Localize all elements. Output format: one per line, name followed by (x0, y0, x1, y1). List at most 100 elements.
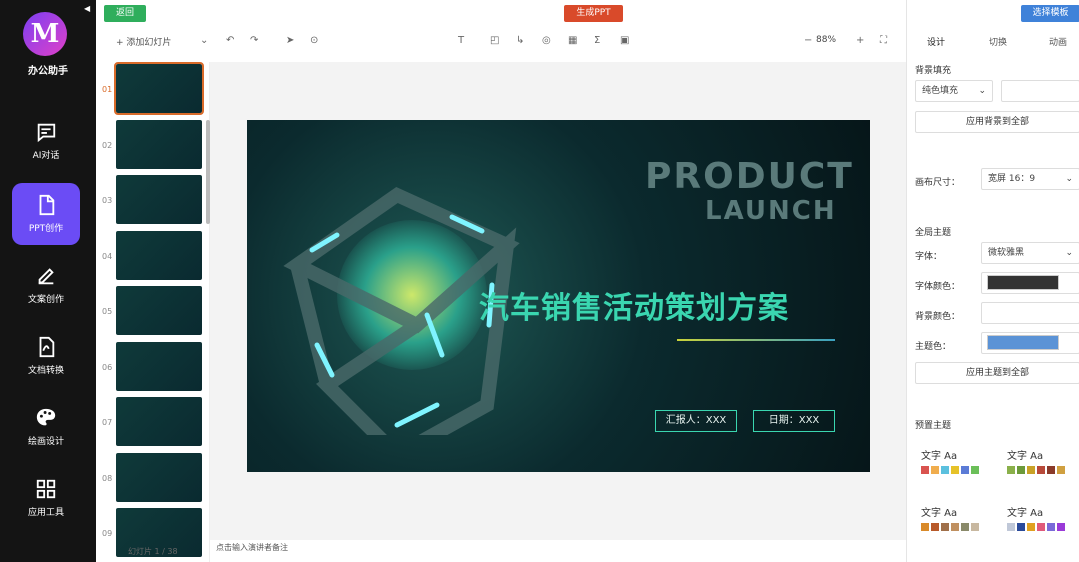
slide-number: 03 (102, 196, 113, 205)
font-color-label: 字体颜色： (915, 282, 961, 292)
slide-thumbnail-list: 01 02 03 04 05 06 07 08 09 幻灯片 1 / 38 (96, 62, 210, 562)
slide-number: 05 (102, 307, 113, 316)
tab-design[interactable]: 设计 (927, 35, 945, 48)
slide-number: 08 (102, 473, 113, 483)
slide-number: 07 (102, 418, 113, 427)
theme-palette (921, 523, 991, 531)
theme-palette (1007, 466, 1077, 474)
line-icon[interactable]: ↳ (516, 35, 524, 46)
slide-date-box: 日期：XXX (753, 410, 835, 432)
font-select[interactable]: 微软雅黑 ⌄ (981, 242, 1079, 264)
tab-transition[interactable]: 切换 (989, 35, 1007, 48)
bg-color-picker[interactable] (1001, 80, 1079, 102)
theme-sample-text: 文字 Aa (921, 451, 958, 462)
add-slide-button[interactable]: + 添加幻灯片 (116, 35, 171, 48)
theme-sample-text: 文字 Aa (1007, 508, 1044, 519)
app-sidebar: M 办公助手 ◀ AI对话 PPT创作 文案创作 文档转换 绘画设计 应用工具 (0, 0, 96, 562)
editor-toolbar: 返回 生成PPT + 添加幻灯片 ⌄ ↶ ↷ ➤ ⊙ T ◰ ↳ ◎ ▦ Σ ▣… (96, 0, 906, 62)
pointer-icon[interactable]: ➤ (286, 35, 294, 46)
slide-number: 04 (102, 251, 113, 261)
zoom-select-icon[interactable]: ⊙ (310, 35, 318, 46)
table-icon[interactable]: ▦ (568, 35, 577, 46)
theme-palette (921, 466, 991, 474)
theme-color-swatch (987, 335, 1059, 350)
nav-item-apps[interactable]: 应用工具 (12, 467, 80, 529)
bg-color-picker-2[interactable] (981, 302, 1079, 324)
slide-thumbnail[interactable] (116, 397, 202, 446)
apps-icon (36, 479, 56, 499)
media-icon[interactable]: ▣ (620, 35, 629, 46)
nav-item-design[interactable]: 绘画设计 (12, 396, 80, 458)
slide-reporter-box: 汇报人：XXX (655, 410, 737, 432)
app-logo: M (23, 12, 67, 56)
bg-fill-label: 背景填充 (915, 66, 952, 76)
chevron-down-icon: ⌄ (1065, 174, 1073, 184)
font-color-picker[interactable] (981, 272, 1079, 294)
slide-canvas-area: PRODUCT LAUNCH 汽车销售活动策划方案 汇报人：XXX 日期：XXX… (210, 62, 906, 552)
nav-item-ppt[interactable]: PPT创作 (12, 183, 80, 245)
app-name: 办公助手 (28, 66, 68, 77)
design-panel: 选择模板 设计 切换 动画 背景填充 纯色填充 ⌄ 应用背景到全部 画布尺寸： 宽… (906, 0, 1079, 562)
slide-title-en-1: PRODUCT (645, 156, 854, 197)
slide-number: 06 (102, 362, 113, 372)
apply-bg-all-button[interactable]: 应用背景到全部 (915, 111, 1079, 133)
apply-theme-all-button[interactable]: 应用主题到全部 (915, 362, 1079, 384)
nav-item-copywriting[interactable]: 文案创作 (12, 254, 80, 316)
slide-title-en-2: LAUNCH (705, 196, 837, 226)
chevron-down-icon[interactable]: ⌄ (200, 35, 208, 46)
slide-thumbnail[interactable] (116, 175, 202, 224)
theme-palette (1007, 523, 1077, 531)
slide-thumbnail[interactable] (116, 452, 202, 502)
slide-thumbnail[interactable] (116, 341, 202, 391)
chat-icon (37, 123, 56, 143)
nav-item-doc-convert[interactable]: 文档转换 (12, 325, 80, 387)
slide-thumbnail[interactable] (116, 230, 202, 280)
undo-icon[interactable]: ↶ (226, 35, 234, 46)
shape-icon[interactable]: ◰ (490, 35, 499, 46)
chevron-down-icon: ⌄ (978, 86, 986, 96)
bg-fill-select[interactable]: 纯色填充 ⌄ (915, 80, 993, 102)
slide-number: 02 (102, 140, 113, 150)
nav-label: AI对话 (32, 151, 60, 161)
generate-ppt-button[interactable]: 生成PPT (564, 5, 623, 22)
nav-label: PPT创作 (28, 224, 64, 234)
zoom-out-button[interactable]: − (804, 35, 812, 46)
nav-label: 文案创作 (27, 295, 64, 305)
slide-thumbnail[interactable] (114, 62, 204, 115)
image-icon[interactable]: ◎ (542, 35, 551, 46)
fullscreen-icon[interactable]: ⛶ (880, 35, 887, 46)
logo-letter: M (30, 19, 60, 49)
current-slide[interactable]: PRODUCT LAUNCH 汽车销售活动策划方案 汇报人：XXX 日期：XXX (247, 120, 870, 472)
palette-icon (36, 408, 56, 426)
pdf-icon (39, 336, 55, 358)
preset-theme-3[interactable]: 文字 Aa (921, 504, 991, 531)
tab-animation[interactable]: 动画 (1049, 35, 1067, 48)
formula-icon[interactable]: Σ (594, 35, 600, 46)
global-theme-label: 全局主题 (915, 228, 952, 238)
select-template-button[interactable]: 选择模板 (1021, 5, 1079, 22)
nav-label: 应用工具 (27, 508, 64, 518)
canvas-size-select[interactable]: 宽屏 16：9 ⌄ (981, 168, 1079, 190)
preset-theme-1[interactable]: 文字 Aa (921, 447, 991, 474)
theme-color-picker[interactable] (981, 332, 1079, 354)
canvas-size-label: 画布尺寸： (915, 178, 961, 188)
preset-theme-4[interactable]: 文字 Aa (1007, 504, 1077, 531)
slide-divider (677, 339, 835, 341)
text-icon[interactable]: T (458, 35, 464, 46)
canvas-size-value: 宽屏 16：9 (988, 174, 1036, 184)
collapse-icon[interactable]: ◀ (84, 4, 90, 13)
theme-sample-text: 文字 Aa (921, 508, 958, 519)
slide-counter: 幻灯片 1 / 38 (128, 547, 178, 556)
slide-number: 01 (102, 85, 113, 94)
speaker-notes-input[interactable]: 点击输入演讲者备注 (216, 542, 288, 553)
redo-icon[interactable]: ↷ (250, 35, 258, 46)
zoom-in-button[interactable]: + (856, 35, 864, 46)
nav-item-ai-chat[interactable]: AI对话 (12, 110, 80, 172)
nav-label: 文档转换 (27, 366, 64, 376)
theme-color-label: 主题色： (915, 342, 952, 352)
preset-theme-2[interactable]: 文字 Aa (1007, 447, 1077, 474)
back-button[interactable]: 返回 (104, 5, 146, 22)
slide-thumbnail[interactable] (116, 119, 202, 169)
zoom-level: 88% (816, 35, 837, 45)
slide-thumbnail[interactable] (116, 286, 202, 335)
